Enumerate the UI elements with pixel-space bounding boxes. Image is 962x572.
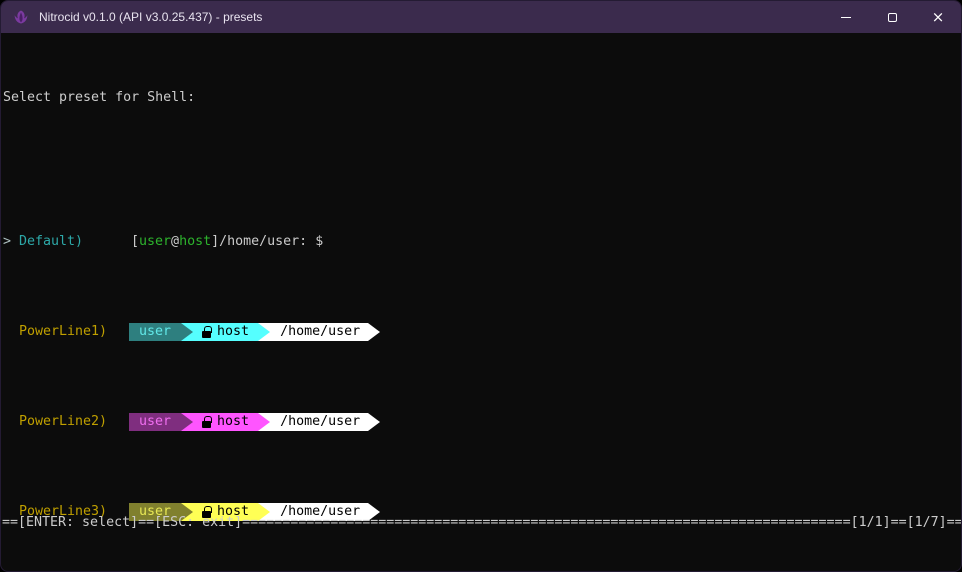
powerline-arrow-icon — [258, 323, 270, 341]
segment-host: host — [193, 413, 258, 431]
minimize-icon — [841, 17, 851, 18]
preset-label: PowerLine1) — [19, 323, 129, 341]
prompt-header-row: Select preset for Shell: — [3, 89, 961, 107]
powerline-arrow-icon — [368, 323, 380, 341]
powerline-bar: user host /home/user — [129, 323, 380, 341]
segment-user: user — [129, 413, 181, 431]
preset-row-powerline2[interactable]: PowerLine2) user host /home/user — [3, 413, 961, 431]
segment-path: /home/user — [270, 323, 368, 341]
terminal-window: Nitrocid v0.1.0 (API v3.0.25.437) - pres… — [0, 0, 962, 572]
bracket-open: [ — [131, 234, 139, 249]
preview-path: /home/user: — [219, 234, 315, 249]
window-controls: × — [823, 1, 961, 33]
window-title: Nitrocid v0.1.0 (API v3.0.25.437) - pres… — [39, 10, 262, 24]
preview-at: @ — [171, 234, 179, 249]
preset-row-default[interactable]: > Default) [user@host]/home/user: $ — [3, 233, 961, 251]
close-icon: × — [932, 10, 945, 25]
powerline-arrow-icon — [181, 413, 193, 431]
blank-row — [3, 143, 961, 161]
bracket-close: ] — [211, 234, 219, 249]
preset-label: Default) — [19, 233, 129, 251]
segment-host-text: host — [217, 323, 249, 341]
maximize-icon — [888, 13, 897, 22]
powerline-arrow-icon — [181, 323, 193, 341]
marker-space — [3, 413, 19, 431]
segment-host: host — [193, 323, 258, 341]
lock-icon — [202, 326, 211, 338]
close-button[interactable]: × — [915, 1, 961, 33]
prompt-header: Select preset for Shell: — [3, 89, 195, 107]
segment-user-text: user — [139, 413, 171, 431]
nitrocid-app-icon — [13, 9, 29, 25]
segment-path-text: /home/user — [280, 413, 360, 431]
status-bar: ==[ENTER: select]==[ESC: exit]==========… — [2, 514, 962, 532]
maximize-button[interactable] — [869, 1, 915, 33]
preview-user: user — [139, 234, 171, 249]
marker-space — [3, 323, 19, 341]
segment-host-text: host — [217, 413, 249, 431]
powerline-arrow-icon — [258, 413, 270, 431]
segment-user-text: user — [139, 323, 171, 341]
preset-preview-default: [user@host]/home/user: $ — [131, 233, 323, 251]
powerline-bar: user host /home/user — [129, 413, 380, 431]
preset-row-powerline1[interactable]: PowerLine1) user host /home/user — [3, 323, 961, 341]
segment-user: user — [129, 323, 181, 341]
lock-icon — [202, 416, 211, 428]
powerline-arrow-icon — [368, 413, 380, 431]
terminal-content: Select preset for Shell: > Default) [use… — [1, 33, 961, 571]
segment-path-text: /home/user — [280, 323, 360, 341]
preview-dollar: $ — [315, 234, 323, 249]
title-bar[interactable]: Nitrocid v0.1.0 (API v3.0.25.437) - pres… — [1, 1, 961, 33]
minimize-button[interactable] — [823, 1, 869, 33]
preset-label: PowerLine2) — [19, 413, 129, 431]
segment-path: /home/user — [270, 413, 368, 431]
preview-host: host — [179, 234, 211, 249]
selection-marker: > — [3, 233, 19, 251]
